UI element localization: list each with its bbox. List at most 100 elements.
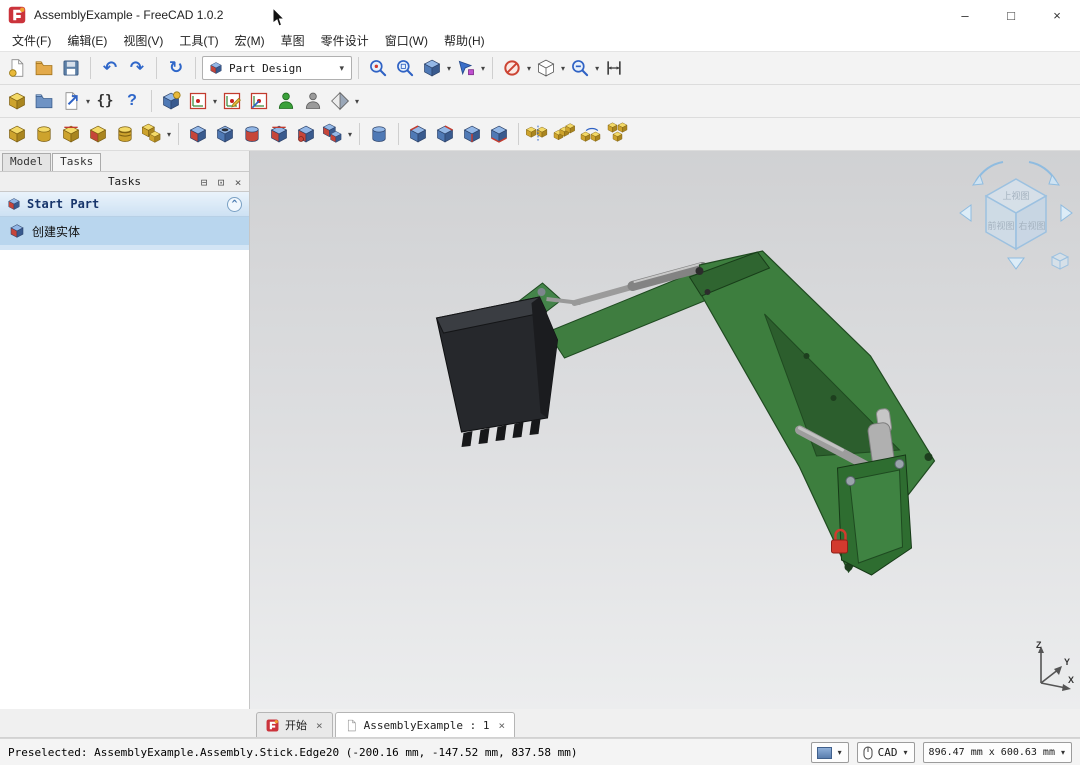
refresh-button[interactable]: ↻	[163, 55, 189, 81]
start-part-title: Start Part	[27, 197, 99, 211]
navigation-style-combo[interactable]: CAD ▾	[857, 742, 915, 763]
pad-button[interactable]	[4, 121, 30, 147]
hole-button[interactable]	[212, 121, 238, 147]
menu-view[interactable]: 视图(V)	[115, 30, 171, 51]
expression-editor-button[interactable]: {}	[92, 88, 118, 114]
new-document-button[interactable]	[4, 55, 30, 81]
chevron-down-icon[interactable]: ▾	[1060, 748, 1066, 757]
close-button[interactable]: ×	[1034, 0, 1080, 30]
panel-close-icon[interactable]: ×	[231, 176, 245, 189]
save-document-button[interactable]	[58, 55, 84, 81]
linear-pattern-button[interactable]	[552, 121, 578, 147]
boolean-button[interactable]	[366, 121, 392, 147]
redo-button[interactable]: ↷	[124, 55, 150, 81]
expression-icon: {}	[97, 93, 114, 109]
menu-edit[interactable]: 编辑(E)	[59, 30, 115, 51]
set-appearance-button[interactable]	[327, 88, 353, 114]
workbench-selector[interactable]: Part Design ▾	[202, 56, 352, 80]
subtractive-pipe-button[interactable]	[293, 121, 319, 147]
additive-pipe-button[interactable]	[85, 121, 111, 147]
minimize-button[interactable]: –	[942, 0, 988, 30]
mirrored-button[interactable]	[525, 121, 551, 147]
3d-viewport[interactable]: 上视图 前视图 右视图 Z Y X	[250, 151, 1080, 709]
collapse-section-button[interactable]: ^	[227, 197, 242, 212]
subtractive-loft-button[interactable]	[266, 121, 292, 147]
chevron-down-icon[interactable]: ▾	[354, 97, 360, 106]
create-body-task-item[interactable]: 创建实体	[0, 217, 249, 245]
create-body-icon	[161, 91, 181, 111]
navigation-cube[interactable]: 上视图 前视图 右视图	[956, 157, 1076, 275]
navcube-top-label[interactable]: 上视图	[1002, 190, 1029, 201]
start-part-section-header[interactable]: Start Part ^	[0, 192, 249, 217]
chevron-down-icon[interactable]: ▾	[560, 64, 566, 73]
viewport-size-combo[interactable]: 896.47 mm x 600.63 mm ▾	[923, 742, 1072, 763]
doc-tab-assembly-label[interactable]: AssemblyExample : 1	[364, 719, 490, 732]
menu-partdesign[interactable]: 零件设计	[313, 30, 377, 51]
additive-primitive-button[interactable]	[139, 121, 165, 147]
whats-this-button[interactable]: ?	[119, 88, 145, 114]
maximize-button[interactable]: □	[988, 0, 1034, 30]
visibility-button[interactable]	[533, 55, 559, 81]
menu-tools[interactable]: 工具(T)	[171, 30, 226, 51]
doc-tab-assembly[interactable]: AssemblyExample : 1 ×	[335, 712, 515, 737]
pocket-button[interactable]	[185, 121, 211, 147]
tab-model[interactable]: Model	[2, 153, 51, 171]
undo-button[interactable]: ↶	[97, 55, 123, 81]
chevron-down-icon[interactable]: ▾	[338, 63, 345, 74]
edit-sketch-button[interactable]	[219, 88, 245, 114]
draw-style-button[interactable]	[499, 55, 525, 81]
polar-pattern-button[interactable]	[579, 121, 605, 147]
chevron-down-icon[interactable]: ▾	[446, 64, 452, 73]
zoom-box-button[interactable]	[392, 55, 418, 81]
subtractive-pipe-icon	[296, 124, 316, 144]
menu-file[interactable]: 文件(F)	[4, 30, 59, 51]
check-geometry-button[interactable]	[300, 88, 326, 114]
standard-views-button[interactable]	[419, 55, 445, 81]
chevron-down-icon[interactable]: ▾	[903, 748, 909, 757]
tab-tasks[interactable]: Tasks	[52, 153, 101, 171]
panel-minimize-icon[interactable]: ⊟	[197, 176, 211, 189]
revolve-button[interactable]	[31, 121, 57, 147]
align-to-selection-button[interactable]	[453, 55, 479, 81]
create-part-button[interactable]	[4, 88, 30, 114]
fit-all-button[interactable]	[365, 55, 391, 81]
navcube-front-label[interactable]: 前视图	[987, 220, 1014, 231]
menu-help[interactable]: 帮助(H)	[436, 30, 493, 51]
create-sketch-button[interactable]	[185, 88, 211, 114]
chevron-down-icon[interactable]: ▾	[594, 64, 600, 73]
overlay-style-combo[interactable]: ▾	[811, 742, 849, 763]
additive-helix-button[interactable]	[112, 121, 138, 147]
menu-window[interactable]: 窗口(W)	[377, 30, 436, 51]
chevron-down-icon[interactable]: ▾	[347, 130, 353, 139]
chevron-down-icon[interactable]: ▾	[166, 130, 172, 139]
create-body-button[interactable]	[158, 88, 184, 114]
panel-float-icon[interactable]: ⊡	[214, 176, 228, 189]
make-link-button[interactable]	[58, 88, 84, 114]
open-document-button[interactable]	[31, 55, 57, 81]
chevron-down-icon[interactable]: ▾	[212, 97, 218, 106]
close-icon[interactable]: ×	[313, 719, 323, 732]
groove-button[interactable]	[239, 121, 265, 147]
measure-button[interactable]	[601, 55, 627, 81]
draft-button[interactable]	[459, 121, 485, 147]
navcube-right-label[interactable]: 右视图	[1018, 220, 1045, 231]
doc-tab-start[interactable]: 开始 ×	[256, 712, 333, 737]
thickness-button[interactable]	[486, 121, 512, 147]
multitransform-button[interactable]	[606, 121, 632, 147]
menu-sketch[interactable]: 草图	[273, 30, 313, 51]
chamfer-button[interactable]	[432, 121, 458, 147]
additive-loft-button[interactable]	[58, 121, 84, 147]
menu-macro[interactable]: 宏(M)	[227, 30, 273, 51]
map-sketch-button[interactable]	[246, 88, 272, 114]
doc-tab-start-label[interactable]: 开始	[285, 717, 307, 733]
chevron-down-icon[interactable]: ▾	[480, 64, 486, 73]
fillet-button[interactable]	[405, 121, 431, 147]
close-icon[interactable]: ×	[495, 719, 505, 732]
chevron-down-icon[interactable]: ▾	[526, 64, 532, 73]
validate-sketch-button[interactable]	[273, 88, 299, 114]
chevron-down-icon[interactable]: ▾	[85, 97, 91, 106]
create-group-button[interactable]	[31, 88, 57, 114]
subtractive-primitive-button[interactable]	[320, 121, 346, 147]
zoom-tools-button[interactable]	[567, 55, 593, 81]
chevron-down-icon[interactable]: ▾	[837, 748, 843, 757]
